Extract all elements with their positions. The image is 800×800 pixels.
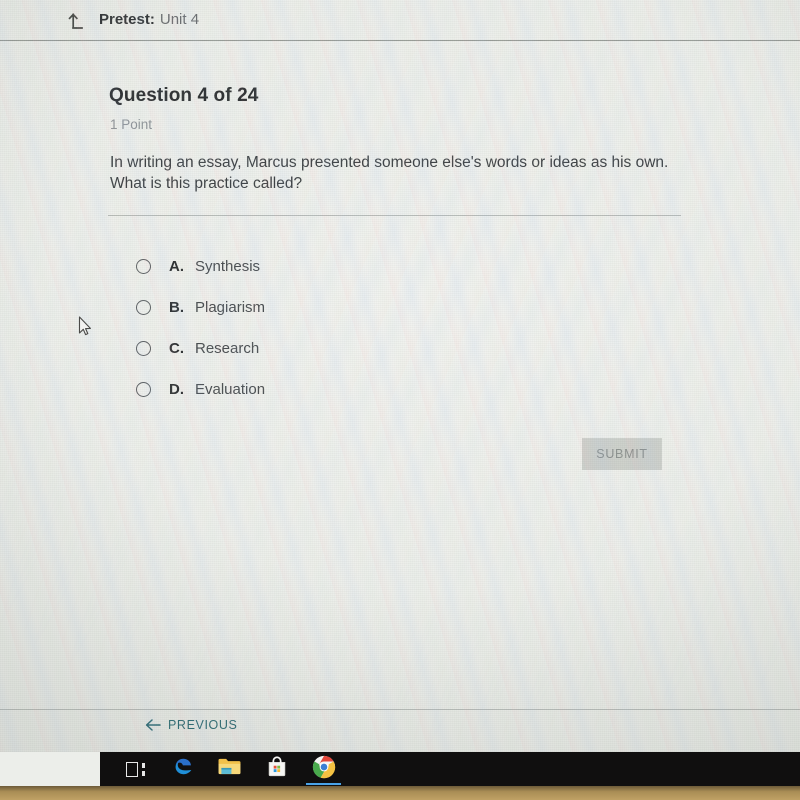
folder-icon xyxy=(217,756,242,782)
taskbar-item-microsoft-store[interactable] xyxy=(253,752,300,786)
taskbar-item-google-chrome[interactable] xyxy=(300,752,347,786)
answer-option-b[interactable]: B. Plagiarism xyxy=(136,287,556,328)
answer-option-c[interactable]: C. Research xyxy=(136,328,556,369)
page-title: Question 4 of 24 xyxy=(109,85,259,106)
breadcrumb: Pretest: Unit 4 xyxy=(99,9,199,31)
exit-up-arrow-icon[interactable] xyxy=(67,9,89,31)
option-text-d: Evaluation xyxy=(195,381,266,398)
submit-button[interactable]: SUBMIT xyxy=(582,438,662,470)
taskbar-item-microsoft-edge[interactable] xyxy=(159,752,206,786)
taskbar-left-filler xyxy=(0,752,100,786)
store-bag-icon xyxy=(266,755,288,783)
radio-button-a[interactable] xyxy=(136,259,151,274)
option-text-b: Plagiarism xyxy=(195,299,266,316)
question-text: In writing an essay, Marcus presented so… xyxy=(110,154,669,192)
taskbar-item-file-explorer[interactable] xyxy=(206,752,253,786)
task-view-icon xyxy=(126,761,145,777)
chrome-icon xyxy=(312,755,336,784)
desk-strip xyxy=(0,786,800,800)
answer-option-a[interactable]: A. Synthesis xyxy=(136,246,556,287)
windows-taskbar xyxy=(100,752,800,786)
radio-button-b[interactable] xyxy=(136,300,151,315)
header-divider xyxy=(0,40,800,41)
previous-button[interactable]: PREVIOUS xyxy=(145,718,237,732)
breadcrumb-label: Pretest: xyxy=(99,11,155,28)
arrow-left-icon xyxy=(145,718,161,732)
option-letter-c: C. xyxy=(169,340,184,357)
taskbar-active-indicator xyxy=(306,783,341,785)
laptop-screen-photo: Pretest: Unit 4 Question 4 of 24 1 Point … xyxy=(0,0,800,800)
taskbar-item-task-view[interactable] xyxy=(112,752,159,786)
option-letter-d: D. xyxy=(169,381,184,398)
option-letter-a: A. xyxy=(169,258,184,275)
breadcrumb-value: Unit 4 xyxy=(159,11,200,28)
option-text-c: Research xyxy=(195,340,260,357)
radio-button-d[interactable] xyxy=(136,382,151,397)
option-letter-b: B. xyxy=(169,299,184,316)
previous-label: PREVIOUS xyxy=(168,718,238,732)
question-divider xyxy=(108,215,681,216)
quiz-page: Pretest: Unit 4 Question 4 of 24 1 Point … xyxy=(0,0,800,752)
answer-options-list: A. Synthesis B. Plagiarism C. Research D… xyxy=(136,246,556,410)
radio-button-c[interactable] xyxy=(136,341,151,356)
option-text-a: Synthesis xyxy=(195,258,261,275)
answer-option-d[interactable]: D. Evaluation xyxy=(136,369,556,410)
edge-icon xyxy=(171,755,195,784)
question-points: 1 Point xyxy=(110,117,153,132)
footer-divider xyxy=(0,709,800,710)
